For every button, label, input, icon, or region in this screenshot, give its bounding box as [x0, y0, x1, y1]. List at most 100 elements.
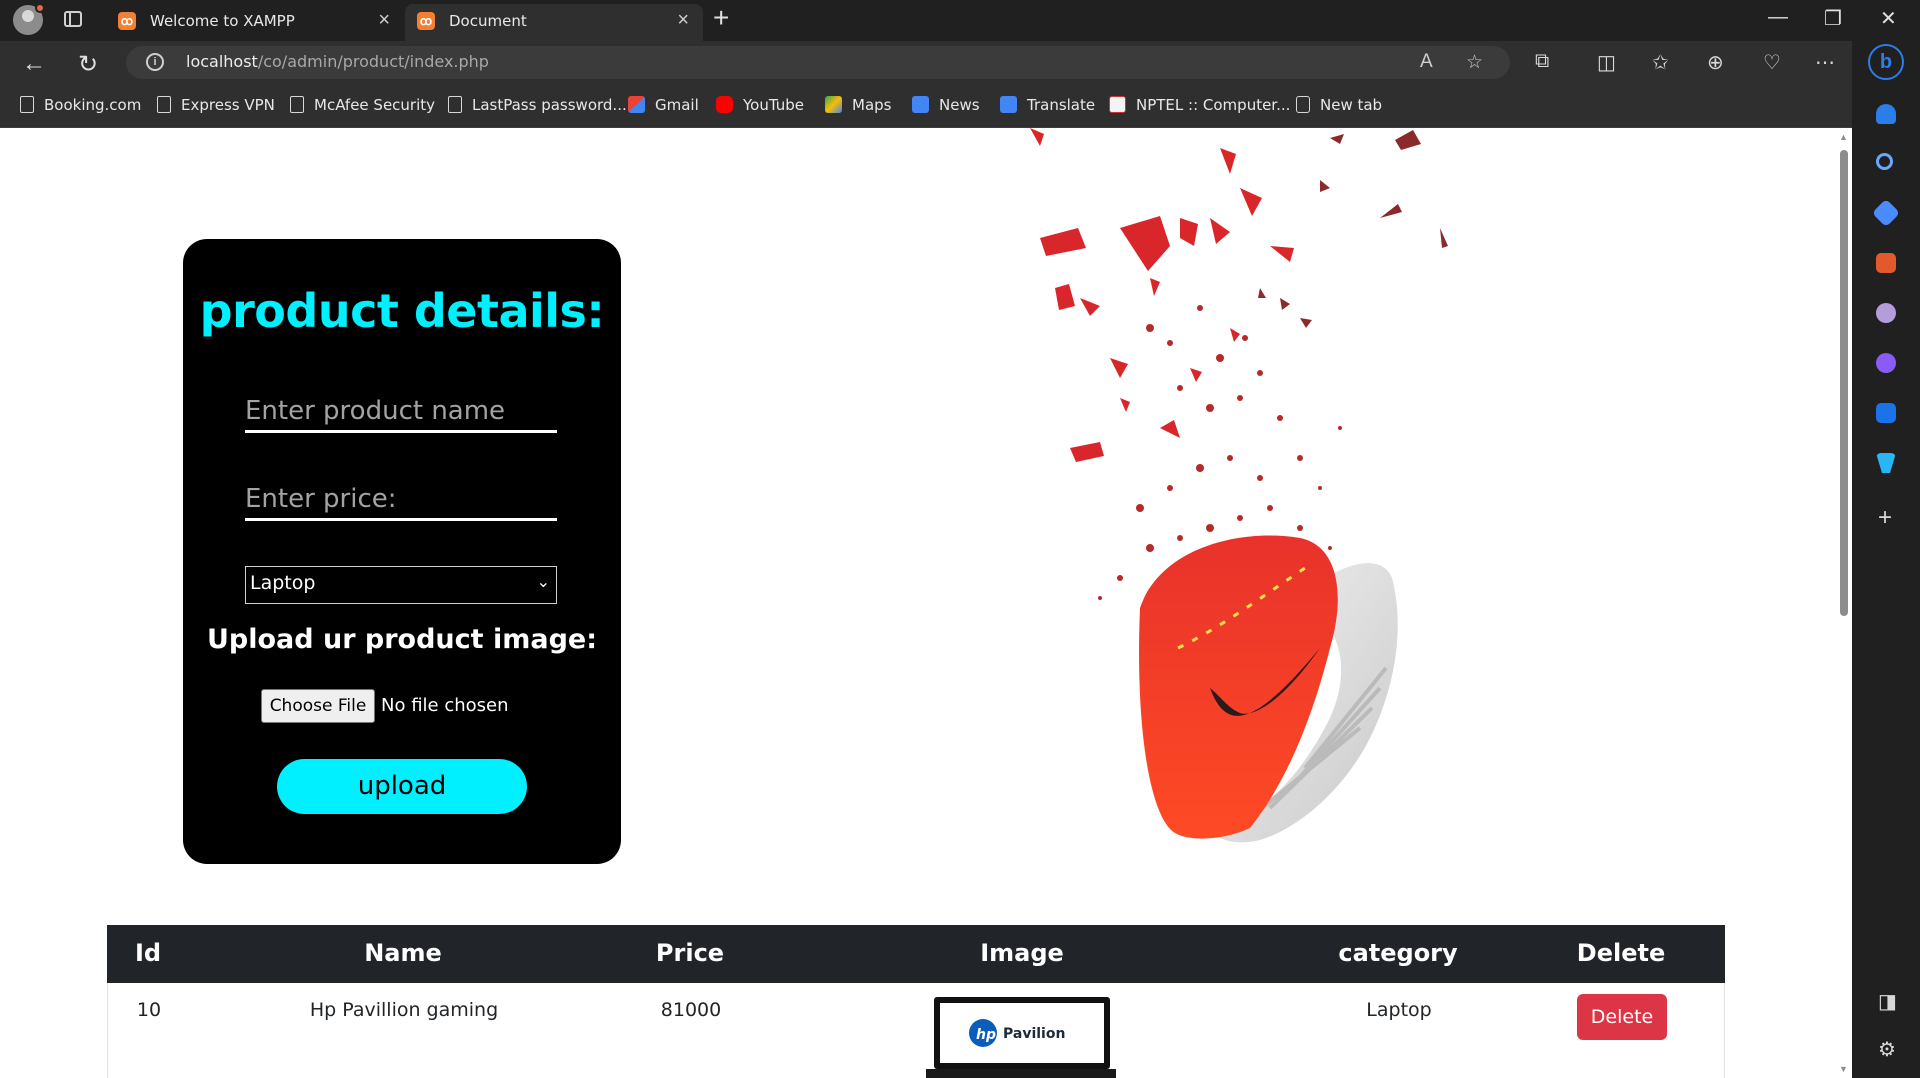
bookmark-express-vpn[interactable]: Express VPN	[157, 96, 275, 114]
translate-icon	[1000, 96, 1017, 113]
bookmark-maps[interactable]: Maps	[825, 96, 891, 114]
close-tab-icon[interactable]: ×	[677, 9, 689, 32]
drop-icon[interactable]	[1876, 453, 1896, 473]
bookmark-booking[interactable]: Booking.com	[20, 96, 141, 114]
bookmark-news[interactable]: News	[912, 96, 980, 114]
profile-avatar[interactable]	[13, 3, 45, 35]
cell-id: 10	[136, 999, 162, 1021]
minimize-button[interactable]: —	[1768, 6, 1788, 29]
page-icon	[157, 96, 171, 113]
tab-title: Document	[449, 12, 527, 30]
product-name-input[interactable]	[245, 391, 557, 433]
category-select[interactable]: Laptop ⌄	[245, 566, 557, 604]
header-category: category	[1338, 939, 1458, 967]
bookmark-youtube[interactable]: YouTube	[716, 96, 804, 114]
page-icon	[448, 96, 462, 113]
file-status-text: No file chosen	[381, 695, 509, 716]
bookmark-gmail[interactable]: Gmail	[628, 96, 699, 114]
gmail-icon	[628, 96, 645, 113]
maps-icon	[825, 96, 842, 113]
tab-bar: ꝏ Welcome to XAMPP × ꝏ Document × + — ❐ …	[0, 0, 1920, 41]
tab-title: Welcome to XAMPP	[150, 12, 295, 30]
site-info-icon[interactable]: i	[146, 53, 164, 71]
tab-actions-icon[interactable]	[64, 11, 82, 27]
bookmark-new-tab[interactable]: New tab	[1296, 96, 1382, 114]
close-window-button[interactable]: ✕	[1880, 6, 1897, 31]
new-tab-button[interactable]: +	[713, 2, 729, 34]
read-aloud-icon[interactable]: A	[1420, 51, 1433, 73]
category-selected-value: Laptop	[250, 572, 316, 594]
add-sidebar-app-icon[interactable]: +	[1878, 504, 1892, 532]
bookmarks-bar: Booking.com Express VPN McAfee Security …	[0, 84, 1920, 128]
url-text[interactable]: localhost/co/admin/product/index.php	[186, 52, 489, 71]
cell-price: 81000	[660, 999, 722, 1021]
chevron-down-icon: ⌄	[536, 572, 550, 591]
extensions-icon[interactable]: ⧉	[1535, 50, 1549, 73]
table-row: 10 Hp Pavillion gaming 81000 hp Pavilion…	[107, 983, 1725, 1078]
scroll-down-arrow-icon[interactable]: ▼	[1839, 1064, 1848, 1074]
products-table: Id Name Price Image category Delete 10 H…	[107, 925, 1725, 1078]
product-form-card: product details: Laptop ⌄ Upload ur prod…	[183, 239, 621, 864]
news-icon	[912, 96, 929, 113]
cell-category: Laptop	[1366, 999, 1432, 1021]
upload-image-label: Upload ur product image:	[206, 624, 598, 655]
scroll-thumb[interactable]	[1840, 150, 1848, 616]
header-image: Image	[980, 939, 1064, 967]
table-header: Id Name Price Image category Delete	[107, 925, 1725, 983]
page-viewport: product details: Laptop ⌄ Upload ur prod…	[0, 128, 1834, 1078]
laptop-screen-text: Pavilion	[1003, 1026, 1065, 1042]
split-screen-icon[interactable]: ◫	[1597, 50, 1616, 75]
search-icon[interactable]	[1876, 153, 1893, 170]
address-bar[interactable]: i localhost/co/admin/product/index.php A…	[126, 46, 1510, 79]
header-price: Price	[655, 939, 725, 967]
back-arrow-icon[interactable]: ←	[22, 50, 46, 78]
tab-document[interactable]: ꝏ Document ×	[405, 4, 703, 41]
header-id: Id	[134, 939, 162, 967]
header-delete: Delete	[1576, 939, 1666, 967]
address-bar-row: ← ↻ i localhost/co/admin/product/index.p…	[0, 41, 1920, 84]
newtab-icon	[1296, 96, 1310, 113]
bookmark-translate[interactable]: Translate	[1000, 96, 1095, 114]
favorite-star-icon[interactable]: ☆	[1466, 51, 1483, 74]
edge-sidebar: b + ◨ ⚙	[1852, 41, 1920, 1078]
svg-text:hp: hp	[976, 1027, 996, 1043]
notifications-bell-icon[interactable]	[1876, 104, 1896, 124]
hide-sidebar-icon[interactable]: ◨	[1878, 989, 1897, 1014]
more-menu-icon[interactable]: ⋯	[1815, 50, 1835, 75]
youtube-icon	[716, 96, 733, 113]
product-image: hp Pavilion	[926, 997, 1116, 1078]
close-tab-icon[interactable]: ×	[378, 9, 390, 32]
form-title: product details:	[199, 284, 605, 338]
outlook-icon[interactable]	[1876, 403, 1896, 423]
copilot-icon[interactable]: b	[1868, 44, 1904, 80]
price-input[interactable]	[245, 479, 557, 521]
refresh-icon[interactable]: ↻	[78, 50, 98, 79]
tab-welcome-xampp[interactable]: ꝏ Welcome to XAMPP ×	[106, 4, 404, 41]
cell-name: Hp Pavillion gaming	[309, 999, 499, 1021]
page-icon	[290, 96, 304, 113]
favorites-icon[interactable]: ✩	[1652, 50, 1669, 75]
bookmark-lastpass[interactable]: LastPass password...	[448, 96, 627, 114]
bookmark-nptel[interactable]: NPTEL :: Computer...	[1109, 96, 1290, 114]
upload-button[interactable]: upload	[277, 759, 527, 814]
xampp-icon: ꝏ	[118, 12, 136, 30]
shoe-hero-image	[1030, 128, 1448, 843]
shopping-tag-icon[interactable]	[1871, 198, 1901, 228]
xampp-icon: ꝏ	[417, 12, 435, 30]
browser-essentials-icon[interactable]: ♡	[1763, 50, 1781, 75]
delete-button[interactable]: Delete	[1577, 994, 1667, 1040]
header-name: Name	[364, 939, 442, 967]
scroll-up-arrow-icon[interactable]: ▲	[1839, 132, 1848, 142]
nptel-icon	[1109, 96, 1126, 113]
games-icon[interactable]	[1876, 303, 1896, 323]
bookmark-mcafee[interactable]: McAfee Security	[290, 96, 435, 114]
page-icon	[20, 96, 34, 113]
tools-briefcase-icon[interactable]	[1876, 253, 1896, 273]
microsoft-365-icon[interactable]	[1876, 353, 1896, 373]
restore-button[interactable]: ❐	[1824, 6, 1842, 31]
choose-file-button[interactable]: Choose File	[261, 689, 375, 723]
notification-dot	[35, 3, 45, 13]
collections-icon[interactable]: ⊕	[1707, 50, 1724, 75]
page-scrollbar[interactable]: ▲ ▼	[1834, 128, 1852, 1078]
settings-gear-icon[interactable]: ⚙	[1878, 1037, 1896, 1062]
